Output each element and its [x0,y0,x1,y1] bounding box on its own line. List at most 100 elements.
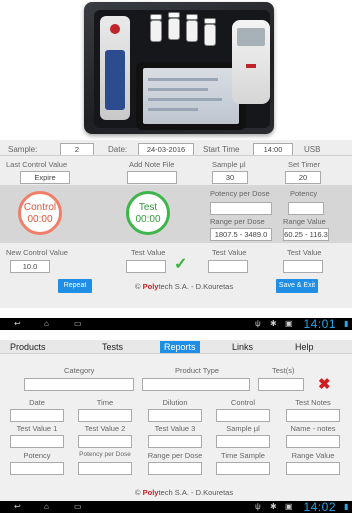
potency-per-dose-label: Potency per Dose [210,189,270,198]
report-label-row_c-2: Range per Dose [147,451,203,460]
sample-ul-label: Sample µl [212,160,246,169]
report-label-row_c-1: Potency per Dose [79,451,131,458]
report-field-row_a-0[interactable] [10,409,64,422]
report-label-row_a-2: Dilution [162,398,188,407]
report-field-row_b-1[interactable] [78,435,132,448]
sample-label: Sample: [8,145,38,154]
report-label-row_c-0: Potency [23,451,51,460]
date-label: Date: [108,145,128,154]
report-field-row_b-4[interactable] [286,435,340,448]
test-value-label-3: Test Value [287,248,322,257]
meter-device-image [232,20,270,104]
report-field-row_a-2[interactable] [148,409,202,422]
report-field-row_c-1[interactable] [78,462,132,475]
android-debug-icon: ✱ [270,319,277,328]
report-label-row_a-1: Time [96,398,114,407]
report-field-row_a-4[interactable] [286,409,340,422]
test-value-field-3[interactable] [283,260,323,273]
test-title: Test [138,202,158,213]
potency-label: Potency [290,189,318,198]
image-icon: ▣ [285,319,293,328]
report-label-row_b-1: Test Value 2 [84,424,126,433]
report-field-row_c-2[interactable] [148,462,202,475]
menu-help[interactable]: Help [295,341,314,353]
range-per-dose-field: 1807.5 - 3489.0 [210,228,272,241]
last-control-label: Last Control Value [6,160,68,169]
test-time: 00:00 [135,214,161,225]
range-per-dose-label: Range per Dose [210,217,265,226]
usb-icon: ψ [255,502,261,511]
copyright-footer: © Polytech S.A. - D.Kouretas [135,282,234,291]
report-label-row_a-3: Control [230,398,256,407]
home-icon[interactable]: ⌂ [44,502,49,511]
potency-field [288,202,324,215]
save-exit-button[interactable]: Save & Exit [276,279,318,293]
range-value-field: 60.25 - 116.3 [283,228,329,241]
battery-icon: ▮ [344,319,349,328]
report-label-row_b-2: Test Value 3 [154,424,196,433]
usb-label[interactable]: USB [304,145,320,154]
report-label-row_a-0: Date [29,398,45,407]
report-label-row_b-4: Name - notes [290,424,336,433]
menu-products[interactable]: Products [10,341,46,353]
set-timer-field[interactable]: 20 [285,171,321,184]
sample-ul-field[interactable]: 30 [212,171,248,184]
report-label-row_c-3: Time Sample [221,451,265,460]
new-control-label: New Control Value [6,248,68,257]
battery-icon: ▮ [344,502,349,511]
report-field-row_c-3[interactable] [216,462,270,475]
home-icon[interactable]: ⌂ [44,319,49,328]
new-control-field[interactable]: 10.0 [10,260,50,273]
control-time: 00:00 [27,214,53,225]
report-field-row_b-0[interactable] [10,435,64,448]
recent-apps-icon[interactable]: ▭ [74,319,82,328]
report-field-row_a-3[interactable] [216,409,270,422]
report-field-row_a-1[interactable] [78,409,132,422]
category-select[interactable] [24,378,134,391]
usb-icon: ψ [255,319,261,328]
test-value-label-1: Test Value [131,248,166,257]
report-label-row_a-4: Test Notes [295,398,331,407]
clear-icon[interactable]: ✖ [318,375,331,393]
report-field-row_c-0[interactable] [10,462,64,475]
main-menu-bar: Products Tests Reports Links Help [0,340,352,354]
confirm-check-icon[interactable]: ✓ [174,254,187,274]
report-label-row_c-4: Range Value [291,451,335,460]
test-value-field-2[interactable] [208,260,248,273]
tablet-image [136,62,246,130]
android-nav-bar: ↩ ⌂ ▭ ψ ✱ ▣ 14:01 ▮ [0,317,352,331]
category-label: Category [64,366,95,375]
recent-apps-icon[interactable]: ▭ [74,502,82,511]
range-value-label: Range Value [283,217,326,226]
back-icon[interactable]: ↩ [14,319,21,328]
image-icon: ▣ [285,502,293,511]
android-nav-bar-2: ↩ ⌂ ▭ ψ ✱ ▣ 14:02 ▮ [0,500,352,513]
handheld-device-image [100,16,130,120]
control-timer-button[interactable]: Control 00:00 [18,191,62,235]
back-icon[interactable]: ↩ [14,502,21,511]
set-timer-label: Set Timer [288,160,321,169]
add-note-field[interactable] [127,171,177,184]
test-value-label-2: Test Value [212,248,247,257]
add-note-label: Add Note File [129,160,175,169]
report-field-row_b-3[interactable] [216,435,270,448]
product-type-label: Product Type [175,366,220,375]
menu-reports[interactable]: Reports [160,341,200,353]
tests-select[interactable] [258,378,304,391]
report-field-row_c-4[interactable] [286,462,340,475]
status-clock-2: 14:02 [303,500,336,513]
tests-label: Test(s) [272,366,295,375]
product-type-select[interactable] [142,378,250,391]
menu-links[interactable]: Links [232,341,253,353]
report-label-row_b-3: Sample µl [226,424,260,433]
test-value-field-1[interactable] [126,260,166,273]
test-timer-button[interactable]: Test 00:00 [126,191,170,235]
report-field-row_b-2[interactable] [148,435,202,448]
potency-per-dose-field [210,202,272,215]
control-title: Control [23,202,57,213]
copyright-footer-2: © Polytech S.A. - D.Kouretas [135,488,234,497]
repeat-button[interactable]: Repeat [58,279,92,293]
menu-tests[interactable]: Tests [102,341,123,353]
report-label-row_b-0: Test Value 1 [16,424,58,433]
android-debug-icon: ✱ [270,502,277,511]
